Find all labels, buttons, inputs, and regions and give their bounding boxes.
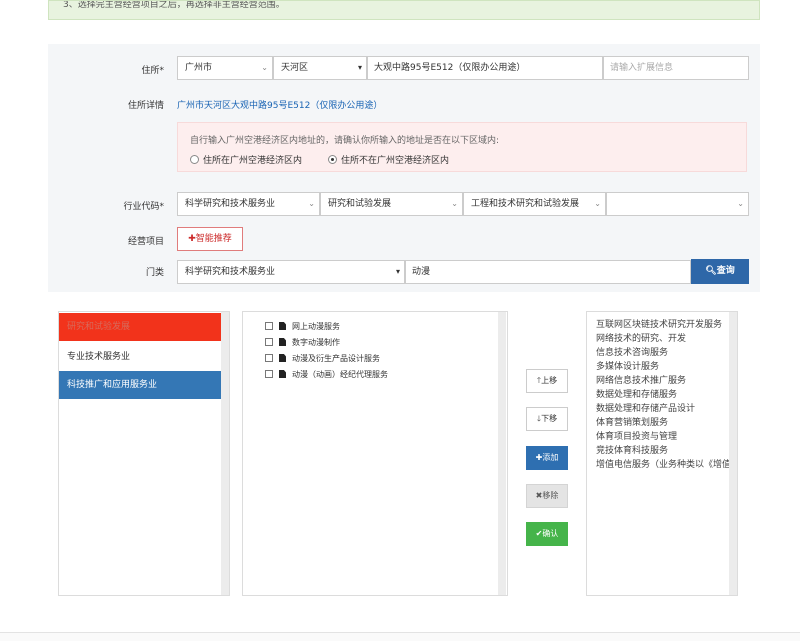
list-item[interactable]: 研究和试验发展 <box>59 313 223 341</box>
list-item-label: 专业技术服务业 <box>67 352 131 362</box>
tree-item[interactable]: 网上动漫服务 <box>265 322 340 332</box>
chevron-down-icon: ⌄ <box>308 199 315 208</box>
move-up-button[interactable]: 🡑上移 <box>526 369 568 393</box>
selected-item[interactable]: 网络信息技术推广服务 <box>596 375 686 387</box>
document-icon <box>279 354 286 362</box>
selected-item[interactable]: 竞技体育科技服务 <box>596 445 668 457</box>
document-icon <box>279 370 286 378</box>
address-label: 住所* <box>141 66 164 76</box>
address-detail-value: 广州市天河区大观中路95号E512（仅限办公用途） <box>177 101 383 111</box>
industry-level2-select[interactable]: 研究和试验发展 ⌄ <box>320 192 463 216</box>
move-down-label: 下移 <box>541 414 558 423</box>
tree-item-label: 数字动漫制作 <box>292 338 340 347</box>
radio-in-zone[interactable]: 住所在广州空港经济区内 <box>190 153 302 166</box>
selected-item[interactable]: 网络技术的研究、开发 <box>596 333 686 345</box>
city-select[interactable]: 广州市 ⌄ <box>177 56 273 80</box>
confirm-button[interactable]: ✔确认 <box>526 522 568 546</box>
move-down-button[interactable]: 🡓下移 <box>526 407 568 431</box>
list-item-label: 科技推广和应用服务业 <box>67 380 158 390</box>
smart-recommend-button[interactable]: ✚智能推荐 <box>177 227 243 251</box>
selected-item[interactable]: 数据处理和存储产品设计 <box>596 403 695 415</box>
add-button[interactable]: ✚添加 <box>526 446 568 470</box>
district-value: 天河区 <box>281 63 309 73</box>
category-label: 门类 <box>145 268 164 278</box>
list-item[interactable]: 专业技术服务业 <box>59 343 223 371</box>
query-button[interactable]: 🔍︎查询 <box>691 259 749 284</box>
street-value: 大观中路95号E512（仅限办公用途） <box>374 63 526 73</box>
street-input[interactable]: 大观中路95号E512（仅限办公用途） <box>367 56 603 80</box>
city-value: 广州市 <box>185 63 213 73</box>
selected-scope-list: 互联网区块链技术研究开发服务 网络技术的研究、开发 信息技术咨询服务 多媒体设计… <box>586 311 738 596</box>
radio-circle-icon <box>190 155 199 164</box>
business-label: 经营项目 <box>127 237 164 247</box>
checkbox-icon[interactable] <box>265 370 273 378</box>
district-select[interactable]: 天河区 ▾ <box>273 56 367 80</box>
selected-item[interactable]: 信息技术咨询服务 <box>596 347 668 359</box>
selected-item[interactable]: 互联网区块链技术研究开发服务 <box>596 319 722 331</box>
scrollbar[interactable] <box>729 312 737 595</box>
chevron-down-icon: ⌄ <box>737 199 744 208</box>
radio-in-label: 住所在广州空港经济区内 <box>203 156 303 166</box>
category-value: 科学研究和技术服务业 <box>185 267 276 277</box>
tree-item-label: 网上动漫服务 <box>292 322 340 331</box>
tree-item[interactable]: 数字动漫制作 <box>265 338 340 348</box>
chevron-down-icon: ⌄ <box>594 199 601 208</box>
selected-item[interactable]: 体育项目投资与管理 <box>596 431 677 443</box>
confirm-label: 确认 <box>542 529 559 538</box>
selected-item[interactable]: 多媒体设计服务 <box>596 361 659 373</box>
checkbox-icon[interactable] <box>265 354 273 362</box>
remove-label: 移除 <box>542 491 559 500</box>
industry-level4-select[interactable]: ⌄ <box>606 192 749 216</box>
chevron-down-icon: ▾ <box>357 63 362 72</box>
industry-level1-select[interactable]: 科学研究和技术服务业 ⌄ <box>177 192 320 216</box>
document-icon <box>279 338 286 346</box>
scrollbar[interactable] <box>221 312 229 595</box>
notice-banner: 3、选择完主营经营项目之后，再选择非主营经营范围。 <box>48 0 760 20</box>
chevron-down-icon: ⌄ <box>451 199 458 208</box>
tree-item-label: 动漫（动画）经纪代理服务 <box>292 370 388 379</box>
industry-label: 行业代码* <box>123 202 164 212</box>
keyword-value: 动漫 <box>412 267 431 277</box>
remove-button[interactable]: ✖移除 <box>526 484 568 508</box>
category-list: 研究和试验发展 专业技术服务业 科技推广和应用服务业 <box>58 311 230 596</box>
list-item-label: 研究和试验发展 <box>67 322 131 332</box>
move-up-label: 上移 <box>541 376 558 385</box>
search-icon: 🔍︎ <box>705 266 717 276</box>
zone-confirm-box: 自行输入广州空港经济区内地址的，请确认你所输入的地址是否在以下区域内: 住所在广… <box>177 122 747 172</box>
category-select[interactable]: 科学研究和技术服务业 ▾ <box>177 260 405 284</box>
selected-item[interactable]: 数据处理和存储服务 <box>596 389 677 401</box>
tree-item[interactable]: 动漫（动画）经纪代理服务 <box>265 370 388 380</box>
extra-info-placeholder: 请输入扩展信息 <box>610 63 674 73</box>
extra-info-input[interactable]: 请输入扩展信息 <box>603 56 749 80</box>
list-item[interactable]: 科技推广和应用服务业 <box>59 371 223 399</box>
chevron-down-icon: ⌄ <box>261 63 268 72</box>
zone-hint: 自行输入广州空港经济区内地址的，请确认你所输入的地址是否在以下区域内: <box>190 136 500 146</box>
radio-out-zone[interactable]: 住所不在广州空港经济区内 <box>328 153 449 166</box>
tree-item-label: 动漫及衍生产品设计服务 <box>292 354 380 363</box>
page-footer-divider <box>0 632 800 641</box>
chevron-down-icon: ▾ <box>395 267 400 276</box>
business-tree: 网上动漫服务 数字动漫制作 动漫及衍生产品设计服务 动漫（动画）经纪代理服务 <box>242 311 508 596</box>
industry-level3-value: 工程和技术研究和试验发展 <box>471 199 580 209</box>
document-icon <box>279 322 286 330</box>
radio-out-label: 住所不在广州空港经济区内 <box>341 156 450 166</box>
checkbox-icon[interactable] <box>265 322 273 330</box>
selected-item[interactable]: 体育营销策划服务 <box>596 417 668 429</box>
industry-level2-value: 研究和试验发展 <box>328 199 392 209</box>
checkbox-icon[interactable] <box>265 338 273 346</box>
scrollbar[interactable] <box>498 312 506 595</box>
notice-text: 3、选择完主营经营项目之后，再选择非主营经营范围。 <box>63 0 285 10</box>
radio-checked-icon <box>328 155 337 164</box>
tree-item[interactable]: 动漫及衍生产品设计服务 <box>265 354 380 364</box>
query-label: 查询 <box>716 266 735 276</box>
industry-level3-select[interactable]: 工程和技术研究和试验发展 ⌄ <box>463 192 606 216</box>
keyword-input[interactable]: 动漫 <box>405 260 691 284</box>
add-label: 添加 <box>542 453 559 462</box>
selected-item[interactable]: 增值电信服务（业务种类以《增值电信业务经营许可证》载明内容为准） <box>596 459 737 471</box>
industry-level1-value: 科学研究和技术服务业 <box>185 199 276 209</box>
address-detail-label: 住所详情 <box>127 101 164 111</box>
